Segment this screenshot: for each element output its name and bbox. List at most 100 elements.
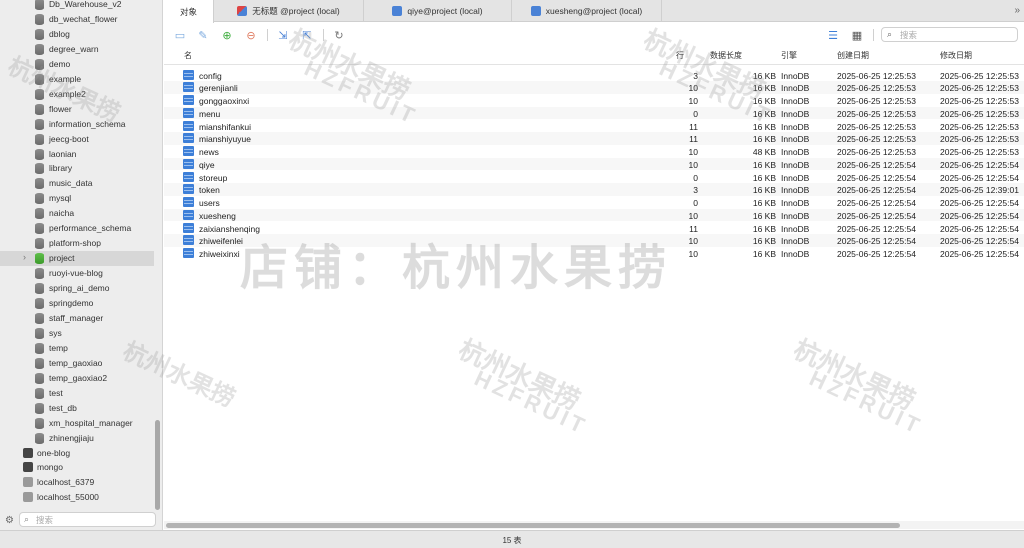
sidebar-item-label: sys bbox=[49, 327, 62, 338]
table-row[interactable]: gonggaoxinxi 10 16 KB InnoDB 2025-06-25 12:2… bbox=[164, 94, 1024, 107]
sidebar-item-database[interactable]: temp bbox=[0, 341, 154, 356]
tab-xuesheng[interactable]: xuesheng@project (local) bbox=[512, 0, 662, 22]
cell-engine: InnoDB bbox=[781, 198, 810, 208]
new-table-icon[interactable]: ⊕ bbox=[220, 28, 234, 42]
table-row[interactable]: users 0 16 KB InnoDB 2025-06-25 12:25:54 2025… bbox=[164, 196, 1024, 209]
sidebar-item-database[interactable]: flower bbox=[0, 102, 154, 117]
database-icon bbox=[35, 163, 44, 175]
cell-created: 2025-06-25 12:25:54 bbox=[837, 210, 916, 221]
sidebar-item-database[interactable]: library bbox=[0, 161, 154, 176]
open-table-icon[interactable]: ▭ bbox=[173, 28, 187, 42]
cell-created: 2025-06-25 12:25:53 bbox=[837, 70, 916, 81]
table-row[interactable]: menu 0 16 KB InnoDB 2025-06-25 12:25:53 2025-… bbox=[164, 106, 1024, 120]
table-row[interactable]: xuesheng 10 16 KB InnoDB 2025-06-25 12:25:54… bbox=[164, 208, 1024, 222]
table-row[interactable]: config 3 16 KB InnoDB 2025-06-25 12:25:53 202… bbox=[164, 69, 1024, 82]
sidebar-item-database[interactable]: db_wechat_flower bbox=[0, 12, 154, 27]
table-icon bbox=[183, 184, 194, 195]
sidebar-item-database[interactable]: test_db bbox=[0, 401, 154, 416]
sidebar-search-input[interactable]: ⌕ 搜索 bbox=[19, 512, 156, 527]
cell-modified: 2025-06-25 12:25:54 bbox=[940, 236, 1019, 247]
sidebar-item-database[interactable]: platform-shop bbox=[0, 236, 154, 251]
more-tabs-icon[interactable]: » bbox=[1014, 5, 1020, 16]
sidebar-item-database[interactable]: jeecg-boot bbox=[0, 132, 154, 147]
watermark-small: 杭州水果捞 bbox=[454, 333, 585, 416]
sidebar-item-database[interactable]: temp_gaoxiao2 bbox=[0, 371, 154, 386]
table-row[interactable]: mianshifankui 11 16 KB InnoDB 2025-06-25 12:… bbox=[164, 120, 1024, 133]
table-row[interactable]: zhiweifenlei 10 16 KB InnoDB 2025-06-25 12:2… bbox=[164, 234, 1024, 247]
table-icon bbox=[183, 248, 194, 258]
filter-icon[interactable]: ⚙ bbox=[5, 515, 14, 526]
column-header-created[interactable]: 创建日期 bbox=[837, 50, 869, 61]
sidebar-item-database[interactable]: springdemo bbox=[0, 296, 154, 311]
table-icon bbox=[183, 82, 194, 93]
table-row[interactable]: zaixianshenqing 11 16 KB InnoDB 2025-06-25 1… bbox=[164, 222, 1024, 235]
cell-engine: InnoDB bbox=[781, 147, 810, 157]
export-icon[interactable]: ⇱ bbox=[300, 28, 314, 42]
database-icon bbox=[35, 342, 44, 354]
table-row[interactable]: storeup 0 16 KB InnoDB 2025-06-25 12:25:54 20… bbox=[164, 171, 1024, 184]
cell-data-length: 16 KB bbox=[752, 70, 776, 81]
cell-data-length: 16 KB bbox=[752, 185, 776, 196]
table-row[interactable]: token 3 16 KB InnoDB 2025-06-25 12:25:54 2025… bbox=[164, 183, 1024, 196]
table-row[interactable]: gerenjianli 10 16 KB InnoDB 2025-06-25 12:25… bbox=[164, 81, 1024, 94]
tab-qiye[interactable]: qiye@project (local) bbox=[364, 0, 512, 22]
column-header-data-length[interactable]: 数据长度 bbox=[710, 50, 742, 61]
table-row[interactable]: news 10 48 KB InnoDB 2025-06-25 12:25:53 2025… bbox=[164, 145, 1024, 158]
tab-query[interactable]: 无标题 @project (local) bbox=[214, 0, 364, 22]
watermark-small: 杭州水果捞 bbox=[789, 333, 920, 416]
cell-modified: 2025-06-25 12:25:53 bbox=[940, 108, 1019, 119]
object-search-input[interactable]: ⌕ 搜索 bbox=[881, 27, 1018, 42]
cell-engine: InnoDB bbox=[781, 172, 810, 183]
sidebar-item-label: xm_hospital_manager bbox=[49, 417, 133, 428]
column-header-rows[interactable]: 行 bbox=[676, 50, 684, 61]
column-header-modified[interactable]: 修改日期 bbox=[940, 50, 972, 61]
grid-view-icon[interactable]: ▦ bbox=[850, 28, 864, 42]
sidebar-item-database[interactable]: Db_Warehouse_v2 bbox=[0, 0, 154, 12]
import-icon[interactable]: ⇲ bbox=[276, 28, 290, 42]
sidebar-item-database[interactable]: dblog bbox=[0, 27, 154, 42]
sidebar-item-database[interactable]: zhinengjiaju bbox=[0, 431, 154, 446]
sidebar-item-database[interactable]: laonian bbox=[0, 147, 154, 162]
sidebar-item-database[interactable]: degree_warn bbox=[0, 42, 154, 57]
sidebar-item-database[interactable]: ruoyi-vue-blog bbox=[0, 266, 154, 281]
sidebar-item-database[interactable]: spring_ai_demo bbox=[0, 281, 154, 296]
table-row[interactable]: mianshiyuyue 11 16 KB InnoDB 2025-06-25 12:2… bbox=[164, 132, 1024, 145]
column-header-engine[interactable]: 引擎 bbox=[781, 50, 797, 61]
cell-modified: 2025-06-25 12:39:01 bbox=[940, 185, 1019, 196]
tab-objects[interactable]: 对象 bbox=[164, 0, 214, 23]
sidebar-item-database[interactable]: staff_manager bbox=[0, 311, 154, 326]
sidebar-item-database[interactable]: test bbox=[0, 386, 154, 401]
design-table-icon[interactable]: ✎ bbox=[196, 28, 210, 42]
column-header-name[interactable]: 名 bbox=[184, 50, 192, 61]
sidebar-item-connection[interactable]: localhost_6379 bbox=[0, 475, 154, 490]
sidebar-item-database[interactable]: information_schema bbox=[0, 117, 154, 132]
refresh-icon[interactable]: ↻ bbox=[332, 28, 346, 42]
sidebar-item-database[interactable]: xm_hospital_manager bbox=[0, 416, 154, 431]
cell-name: zhiweixinxi bbox=[199, 249, 240, 259]
list-view-icon[interactable]: ☰ bbox=[826, 28, 840, 42]
sidebar-item-database[interactable]: music_data bbox=[0, 176, 154, 191]
sidebar-item-database[interactable]: example bbox=[0, 72, 154, 87]
delete-table-icon[interactable]: ⊖ bbox=[244, 28, 258, 42]
sidebar-item-connection[interactable]: localhost_55000 bbox=[0, 490, 154, 505]
table-row[interactable]: qiye 10 16 KB InnoDB 2025-06-25 12:25:54 2025… bbox=[164, 157, 1024, 171]
sidebar-item-database[interactable]: performance_schema bbox=[0, 221, 154, 236]
chevron-right-icon[interactable]: › bbox=[23, 252, 26, 262]
horizontal-scrollbar[interactable] bbox=[166, 523, 900, 528]
sidebar-scrollbar[interactable] bbox=[155, 420, 160, 510]
sidebar-item-database[interactable]: › project bbox=[0, 251, 154, 267]
sidebar-item-database[interactable]: demo bbox=[0, 57, 154, 72]
sidebar-item-database[interactable]: mysql bbox=[0, 191, 154, 206]
sidebar-item-database[interactable]: naicha bbox=[0, 206, 154, 221]
sidebar-item-database[interactable]: example2 bbox=[0, 87, 154, 102]
sidebar-item-database[interactable]: temp_gaoxiao bbox=[0, 356, 154, 371]
table-icon bbox=[183, 158, 194, 169]
sidebar-item-database[interactable]: sys bbox=[0, 326, 154, 341]
cell-name: qiye bbox=[199, 159, 215, 170]
sidebar-item-connection[interactable]: one-blog bbox=[0, 446, 154, 461]
cell-data-length: 16 KB bbox=[752, 223, 776, 234]
sidebar-item-connection[interactable]: mongo bbox=[0, 460, 154, 475]
table-row[interactable]: zhiweixinxi 10 16 KB InnoDB 2025-06-25 12:25… bbox=[164, 247, 1024, 260]
database-icon bbox=[35, 193, 44, 205]
sidebar: Db_Warehouse_v2 db_wechat_flower dblog degr… bbox=[0, 0, 163, 530]
